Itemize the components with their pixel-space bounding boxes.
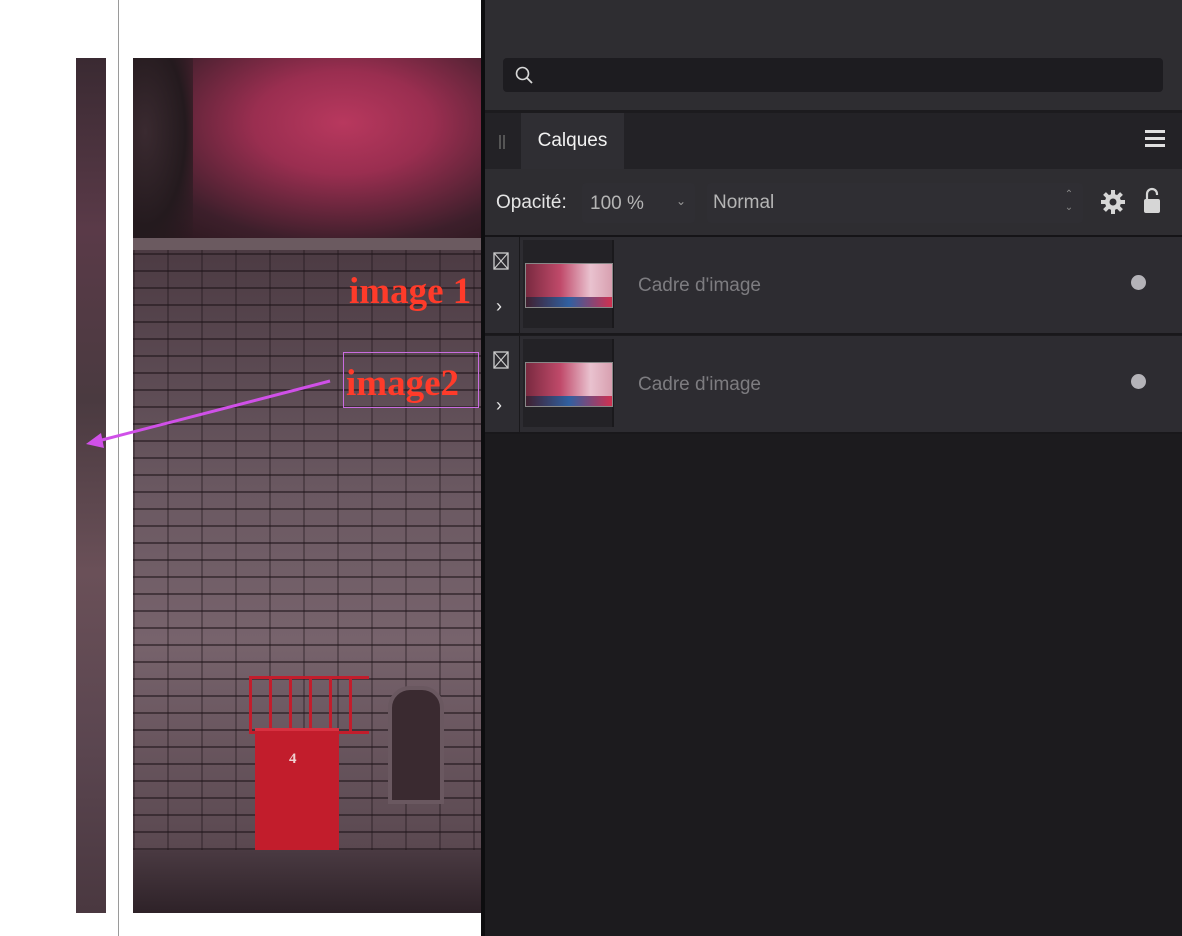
search-area — [485, 0, 1182, 110]
hamburger-menu-icon[interactable] — [1145, 130, 1165, 150]
visibility-toggle-icon[interactable] — [1131, 374, 1146, 389]
arched-window — [388, 686, 444, 804]
tree-silhouette — [133, 58, 193, 243]
door-number: 4 — [289, 751, 297, 767]
panel-tab-bar: Calques — [485, 113, 1182, 169]
image-frame-icon — [493, 351, 509, 369]
roof-edge — [133, 238, 483, 250]
layer-thumbnail — [525, 263, 613, 308]
layers-panel: Calques Opacité: 100 % ⌄ Normal ⌃ ⌄ › Ca… — [485, 0, 1182, 936]
annotation-image-1: image 1 — [349, 271, 472, 312]
document-canvas[interactable]: 4 image 1 image2 — [0, 0, 483, 936]
layer-name: Cadre d'image — [638, 374, 761, 395]
blend-mode-value: Normal — [713, 192, 775, 213]
visibility-toggle-icon[interactable] — [1131, 275, 1146, 290]
search-box[interactable] — [503, 58, 1163, 94]
red-door: 4 — [255, 728, 339, 864]
layer-thumbnail-cell — [523, 339, 614, 427]
layer-name: Cadre d'image — [638, 275, 761, 296]
opacity-value: 100 % — [590, 193, 644, 214]
search-icon — [515, 66, 533, 84]
drag-handle-icon[interactable] — [499, 135, 505, 149]
image-frame-1[interactable]: 4 — [133, 58, 483, 913]
layer-controls: › — [485, 336, 520, 432]
image-frame-icon — [493, 252, 509, 270]
water-area — [133, 850, 483, 913]
image-frame-2[interactable] — [76, 58, 106, 913]
chevron-right-icon[interactable]: › — [496, 396, 508, 414]
tab-calques[interactable]: Calques — [521, 113, 624, 169]
red-railing — [249, 676, 369, 734]
annotation-image-2: image2 — [346, 363, 460, 404]
blend-mode-dropdown[interactable]: Normal ⌃ ⌄ — [707, 183, 1083, 223]
layer-controls: › — [485, 237, 520, 333]
chevron-right-icon[interactable]: › — [496, 297, 508, 315]
stepper-icon: ⌃ ⌄ — [1064, 189, 1074, 213]
unlock-icon[interactable] — [1142, 187, 1162, 215]
layer-thumbnail-cell — [523, 240, 614, 328]
gear-icon[interactable] — [1100, 189, 1126, 215]
layer-toolbar: Opacité: 100 % ⌄ Normal ⌃ ⌄ — [485, 169, 1182, 237]
layer-row[interactable]: › Cadre d'image — [485, 336, 1182, 434]
layer-thumbnail — [525, 362, 613, 407]
chevron-down-icon: ⌄ — [676, 194, 687, 208]
search-input[interactable] — [541, 58, 1155, 94]
opacity-dropdown[interactable]: 100 % ⌄ — [582, 183, 695, 223]
guide-line[interactable] — [118, 0, 119, 936]
opacity-label: Opacité: — [496, 192, 567, 213]
layer-row[interactable]: › Cadre d'image — [485, 237, 1182, 335]
